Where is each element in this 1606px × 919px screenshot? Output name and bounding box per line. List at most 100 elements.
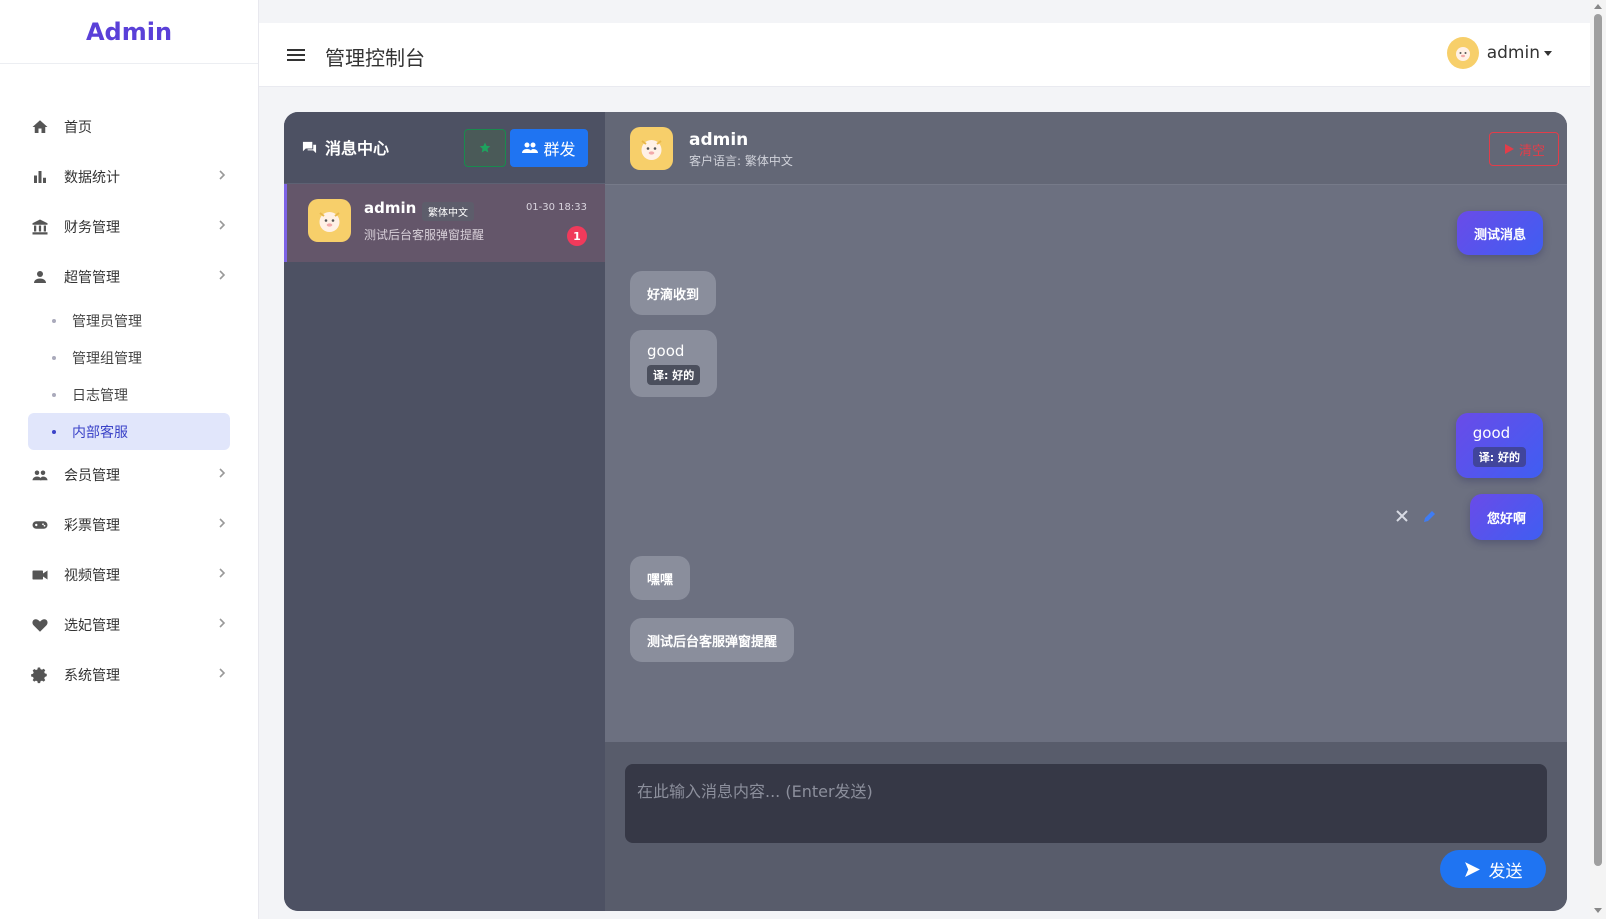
sidebar-item-label: 会员管理 [64,468,120,484]
sidebar-item-selection[interactable]: 选妃管理 [0,600,258,650]
user-menu[interactable]: admin [1446,37,1552,69]
sidebar-item-stats[interactable]: 数据统计 [0,152,258,202]
message-bubble-outgoing: good 译: 好的 [1455,413,1543,478]
message-translation: 译: 好的 [1472,447,1526,467]
scroll-down-arrow-icon[interactable] [1594,908,1602,913]
sidebar-item-home[interactable]: 首页 [0,102,258,152]
message-text: 您好啊 [1486,511,1526,527]
message-text: 测试消息 [1473,227,1526,243]
bullet-icon [52,392,56,397]
scroll-up-arrow-icon[interactable] [1594,4,1602,9]
person-icon [30,267,50,287]
clear-chat-button[interactable]: 清空 [1489,132,1559,166]
menu-toggle-icon[interactable] [286,45,306,65]
bullet-icon [52,318,56,323]
gear-icon [30,665,50,685]
scroll-thumb[interactable] [1594,14,1602,866]
close-icon[interactable] [1395,508,1409,527]
brand-text: Admin [85,17,173,46]
sidebar-item-lottery[interactable]: 彩票管理 [0,500,258,550]
message-text: good [647,342,685,360]
gamepad-icon [30,515,50,535]
chevron-right-icon [216,667,232,683]
message-bubble-outgoing: 您好啊 [1469,494,1543,540]
sidebar-menu: 首页 数据统计 财务管理 超管管理 管理员管理 管理组管理 日志管理 内部客服 … [0,64,258,700]
sidebar-subitem-label: 管理员管理 [72,313,142,330]
chevron-right-icon [216,169,232,185]
conversation-list-pane: 消息中心 群发 admin 繁体中文 01-30 18:33 测试后台客服弹窗提… [284,112,605,911]
sidebar-item-video[interactable]: 视频管理 [0,550,258,600]
chevron-right-icon [216,467,232,483]
chat-window: admin 客户语言: 繁体中文 清空 测试消息 好滴收到 good 译: 好的… [605,112,1567,911]
page-title: 管理控制台 [325,46,425,70]
message-text: 好滴收到 [647,287,700,303]
avatar [1446,37,1479,69]
conversation-preview: 测试后台客服弹窗提醒 [364,228,485,242]
sidebar-item-label: 系统管理 [64,668,120,684]
message-center-title: 消息中心 [302,135,389,159]
broadcast-label: 群发 [543,140,576,159]
chevron-right-icon [216,517,232,533]
sidebar-subitem-admins[interactable]: 管理员管理 [28,302,230,339]
bullet-icon [52,355,56,360]
message-list: 测试消息 好滴收到 good 译: 好的 good 译: 好的 您好啊 嘿嘿 测… [605,185,1567,742]
star-icon [479,142,491,153]
message-translation: 译: 好的 [647,365,701,385]
sidebar-item-label: 首页 [64,120,92,136]
conversation-item[interactable]: admin 繁体中文 01-30 18:33 测试后台客服弹窗提醒 1 [284,184,605,262]
conversation-list-header: 消息中心 群发 [284,112,605,184]
sidebar-subitem-label: 内部客服 [72,424,128,441]
chat-contact-language: 客户语言: 繁体中文 [689,154,793,168]
chevron-right-icon [216,567,232,583]
sidebar-item-superadmin[interactable]: 超管管理 [0,252,258,302]
home-icon [30,117,50,137]
language-tag: 繁体中文 [422,202,474,221]
sidebar-subitem-label: 管理组管理 [72,350,142,367]
group-icon [30,465,50,485]
sidebar-item-finance[interactable]: 财务管理 [0,202,258,252]
sidebar-subitem-label: 日志管理 [72,387,128,404]
user-name: admin [1486,43,1540,63]
message-actions [1395,508,1437,527]
sidebar-item-system[interactable]: 系统管理 [0,650,258,700]
pencil-icon[interactable] [1423,508,1437,527]
broadcast-button[interactable]: 群发 [510,129,588,167]
sidebar-item-label: 超管管理 [64,270,120,286]
chat-contact-name: admin [689,130,749,150]
sidebar-item-label: 彩票管理 [64,518,120,534]
chevron-right-icon [216,617,232,633]
chat-panel: 消息中心 群发 admin 繁体中文 01-30 18:33 测试后台客服弹窗提… [284,112,1567,911]
star-filter-button[interactable] [464,129,506,167]
message-input[interactable]: 在此输入消息内容... (Enter发送) [625,764,1547,843]
chevron-right-icon [216,269,232,285]
top-strip [259,0,1590,23]
sidebar-subitem-logs[interactable]: 日志管理 [28,376,230,413]
sidebar: Admin 首页 数据统计 财务管理 超管管理 管理员管理 管理组管理 日志管理… [0,0,259,919]
message-text: 嘿嘿 [647,572,674,588]
page-scrollbar[interactable] [1590,0,1606,919]
send-label: 发送 [1488,861,1523,882]
message-center-label: 消息中心 [325,139,390,158]
sidebar-item-label: 视频管理 [64,568,120,584]
message-bubble-incoming: 好滴收到 [630,271,717,315]
conversation-time: 01-30 18:33 [525,202,587,213]
sidebar-item-members[interactable]: 会员管理 [0,450,258,500]
conversation-name: admin [364,199,417,217]
compose-area: 在此输入消息内容... (Enter发送) 发送 [605,742,1567,911]
brand-logo[interactable]: Admin [0,0,258,64]
message-bubble-incoming: 测试后台客服弹窗提醒 [630,618,795,662]
message-bubble-incoming: 嘿嘿 [630,556,691,600]
sidebar-subitem-internal-support[interactable]: 内部客服 [28,413,230,450]
clear-chat-label: 清空 [1518,143,1545,159]
send-icon [1464,861,1480,877]
heart-icon [30,615,50,635]
sidebar-subitem-admin-groups[interactable]: 管理组管理 [28,339,230,376]
caret-down-icon [1544,50,1552,56]
bullet-icon [52,429,56,434]
chevron-right-icon [216,219,232,235]
video-camera-icon [30,565,50,585]
group-icon [522,142,539,153]
unread-badge: 1 [567,226,587,246]
send-button[interactable]: 发送 [1440,850,1546,888]
sidebar-item-label: 数据统计 [64,170,120,186]
